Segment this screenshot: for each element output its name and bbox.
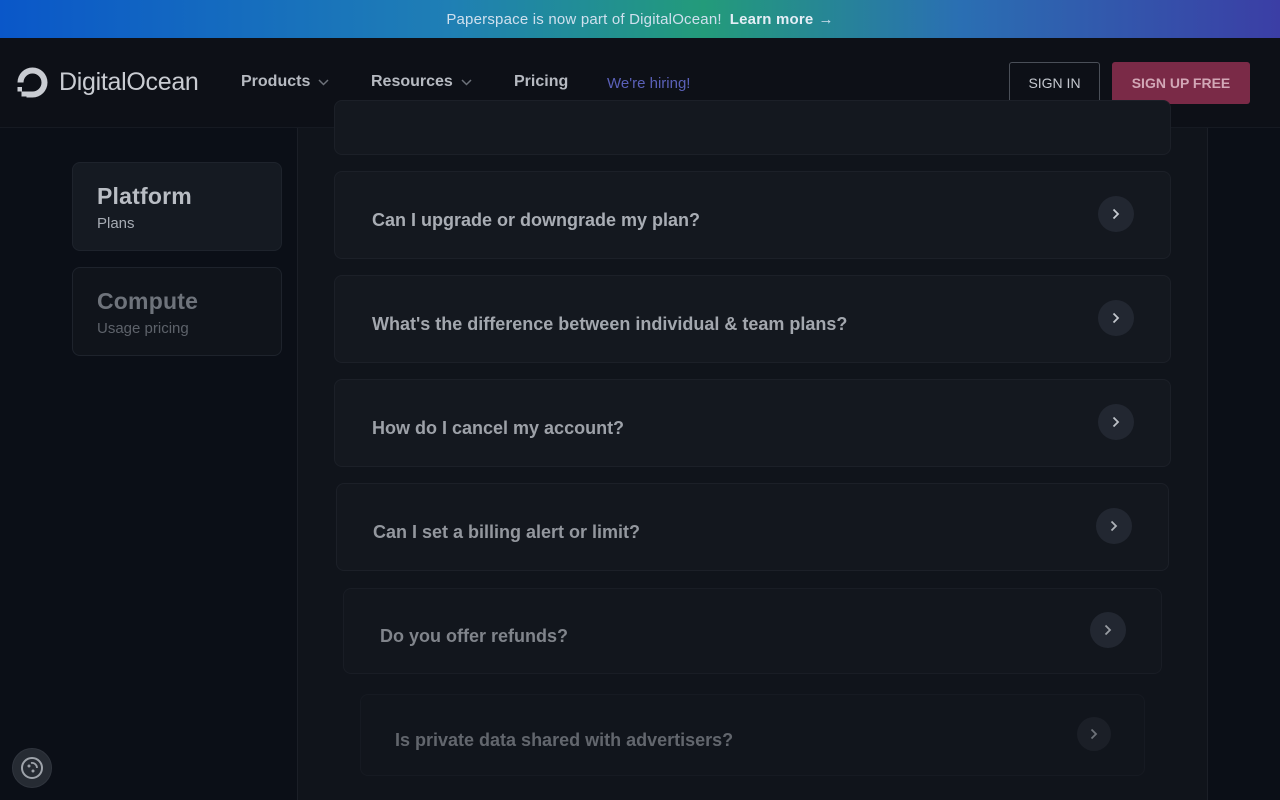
- faq-question: Do you offer refunds?: [380, 625, 568, 646]
- arrow-right-icon[interactable]: →: [818, 11, 833, 28]
- cookie-settings-icon: [21, 757, 43, 779]
- sidebar-item-compute[interactable]: Compute Usage pricing: [72, 267, 282, 356]
- sidebar-item-title: Platform: [97, 183, 192, 209]
- digitalocean-logo-icon: [17, 67, 48, 98]
- chevron-right-icon[interactable]: [1098, 300, 1134, 336]
- cookie-settings-button[interactable]: [12, 748, 52, 788]
- chevron-right-icon[interactable]: [1098, 196, 1134, 232]
- sign-in-button[interactable]: SIGN IN: [1009, 62, 1100, 104]
- faq-item[interactable]: Is private data shared with advertisers?: [360, 694, 1145, 776]
- chevron-right-icon[interactable]: [1096, 508, 1132, 544]
- sidebar-item-subtitle: Plans: [97, 215, 135, 232]
- faq-question: What's the difference between individual…: [372, 313, 848, 334]
- brand-name: DigitalOcean: [59, 68, 199, 96]
- nav-pricing[interactable]: Pricing: [514, 73, 568, 91]
- sign-up-button[interactable]: SIGN UP FREE: [1112, 62, 1250, 104]
- faq-item[interactable]: Can I set a billing alert or limit?: [336, 483, 1169, 571]
- faq-question: Can I set a billing alert or limit?: [373, 521, 641, 542]
- chevron-right-icon[interactable]: [1098, 404, 1134, 440]
- sidebar-item-title: Compute: [97, 288, 199, 314]
- chevron-down-icon: [318, 73, 329, 91]
- faq-item[interactable]: What's the difference between individual…: [334, 275, 1171, 363]
- faq-question: Is private data shared with advertisers?: [395, 729, 734, 750]
- nav-products-label: Products: [241, 73, 311, 90]
- sidebar-item-platform[interactable]: Platform Plans: [72, 162, 282, 251]
- chevron-down-icon: [461, 73, 472, 91]
- announcement-banner: Paperspace is now part of DigitalOcean! …: [0, 0, 1280, 38]
- nav-resources-label: Resources: [371, 73, 453, 90]
- banner-text: Paperspace is now part of DigitalOcean!: [446, 10, 722, 28]
- faq-item[interactable]: How do I cancel my account?: [334, 379, 1171, 467]
- chevron-right-icon[interactable]: [1077, 717, 1111, 751]
- faq-item-partial[interactable]: [334, 100, 1171, 155]
- faq-question: How do I cancel my account?: [372, 417, 625, 438]
- sidebar-item-subtitle: Usage pricing: [97, 320, 189, 337]
- nav-pricing-label: Pricing: [514, 73, 569, 90]
- hiring-link[interactable]: We're hiring!: [607, 75, 690, 92]
- faq-item[interactable]: Can I upgrade or downgrade my plan?: [334, 171, 1171, 259]
- banner-learn-more-link[interactable]: Learn more: [730, 11, 814, 28]
- chevron-right-icon[interactable]: [1090, 612, 1126, 648]
- nav-products[interactable]: Products: [241, 73, 329, 91]
- faq-question: Can I upgrade or downgrade my plan?: [372, 209, 701, 230]
- brand-logo[interactable]: DigitalOcean: [16, 66, 199, 99]
- faq-item[interactable]: Do you offer refunds?: [343, 588, 1162, 674]
- nav-resources[interactable]: Resources: [371, 73, 472, 91]
